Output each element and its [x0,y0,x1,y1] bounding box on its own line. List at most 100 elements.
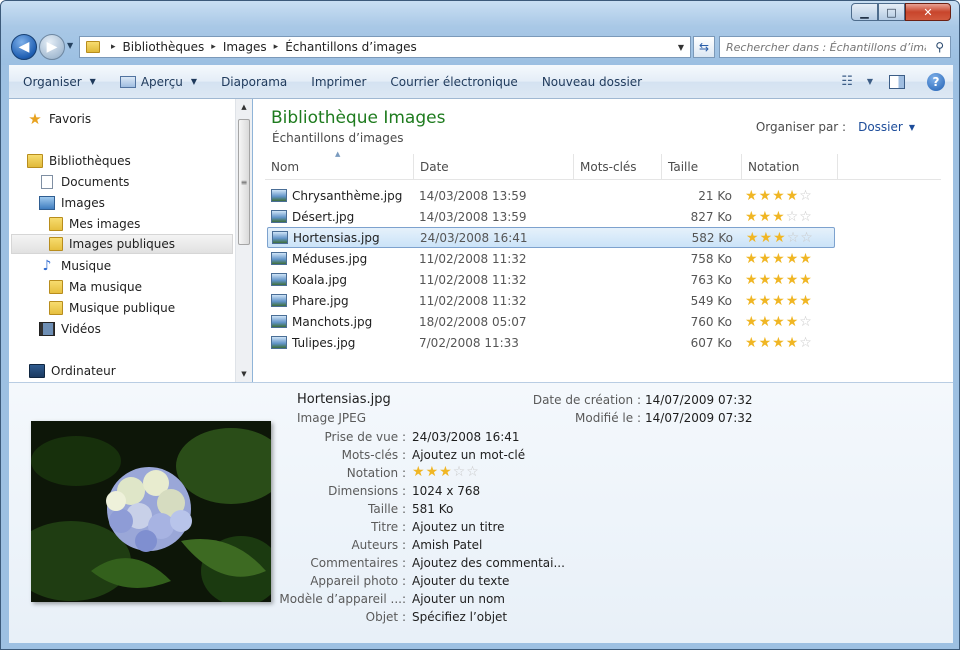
nav-music[interactable]: ♪ Musique [39,256,112,276]
nav-libraries[interactable]: Bibliothèques [27,151,131,171]
breadcrumb-separator[interactable]: ▸ [211,42,216,52]
column-rating[interactable]: Notation [742,154,838,180]
star-icon[interactable]: ☆ [799,314,813,330]
rating-stars[interactable]: ★★★★☆ [745,188,813,204]
scroll-up-arrow-icon[interactable]: ▲ [236,99,252,115]
star-icon[interactable]: ☆ [799,188,813,204]
rating-stars[interactable]: ★★★★☆ [745,314,813,330]
star-icon[interactable]: ★ [745,293,759,309]
nav-my-images[interactable]: Mes images [49,214,140,234]
rating-stars[interactable]: ★★★★★ [745,251,813,267]
star-icon[interactable]: ★ [786,188,800,204]
star-icon[interactable]: ★ [745,251,759,267]
rating-stars[interactable]: ★★★★★ [745,272,813,288]
print-button[interactable]: Imprimer [301,69,376,95]
file-row[interactable]: Phare.jpg 11/02/2008 11:32 549 Ko ★★★★★ [267,290,835,311]
star-icon[interactable]: ★ [759,335,773,351]
help-icon[interactable]: ? [927,72,945,91]
star-icon[interactable]: ☆ [800,230,814,246]
slideshow-button[interactable]: Diaporama [211,69,297,95]
scrollbar-thumb[interactable]: ≡ [238,119,250,245]
nav-videos[interactable]: Vidéos [39,319,101,339]
rating-stars[interactable]: ★★★☆☆ [746,230,814,246]
file-row[interactable]: Hortensias.jpg 24/03/2008 16:41 582 Ko ★★★☆… [267,227,835,248]
property-value[interactable]: Ajoutez un titre [412,520,505,534]
file-row[interactable]: Manchots.jpg 18/02/2008 05:07 760 Ko ★★★★☆ [267,311,835,332]
star-icon[interactable]: ★ [799,272,813,288]
nav-documents[interactable]: Documents [39,172,129,192]
star-icon[interactable]: ★ [745,314,759,330]
star-icon[interactable]: ★ [759,188,773,204]
column-size[interactable]: Taille [662,154,742,180]
star-icon[interactable]: ★ [746,230,760,246]
property-value[interactable]: Ajoutez un mot-clé [412,448,525,462]
star-icon[interactable]: ★ [786,314,800,330]
rating-stars[interactable]: ★★★★★ [745,293,813,309]
column-keywords[interactable]: Mots-clés [574,154,662,180]
address-dropdown-icon[interactable]: ▼ [678,43,684,52]
star-icon[interactable]: ★ [773,230,787,246]
rating-stars[interactable]: ★★★☆☆ [745,209,813,225]
scroll-down-arrow-icon[interactable]: ▼ [236,366,252,382]
file-row[interactable]: Méduses.jpg 11/02/2008 11:32 758 Ko ★★★★★ [267,248,835,269]
nav-public-music[interactable]: Musique publique [49,298,175,318]
search-icon[interactable]: ⚲ [935,40,944,54]
star-icon[interactable]: ★ [772,272,786,288]
back-button[interactable]: ◀ [11,34,37,60]
star-icon[interactable]: ★ [786,335,800,351]
star-icon[interactable]: ★ [786,251,800,267]
star-icon[interactable]: ★ [759,314,773,330]
star-icon[interactable]: ★ [412,464,426,480]
breadcrumb-libraries[interactable]: Bibliothèques [123,40,205,54]
star-icon[interactable]: ★ [760,230,774,246]
star-icon[interactable]: ★ [772,293,786,309]
property-value[interactable]: Ajoutez des commentai... [412,556,565,570]
star-icon[interactable]: ★ [759,209,773,225]
address-bar[interactable]: ▸ Bibliothèques ▸ Images ▸ Échantillons … [79,36,691,58]
chevron-down-icon[interactable]: ▼ [909,123,915,132]
email-button[interactable]: Courrier électronique [380,69,527,95]
breadcrumb-sample-images[interactable]: Échantillons d’images [285,40,417,54]
maximize-button[interactable]: □ [878,3,905,21]
refresh-button[interactable]: ⇆ [693,36,715,58]
recent-pages-dropdown[interactable]: ▼ [67,41,73,50]
nav-public-images[interactable]: Images publiques [11,234,233,254]
star-icon[interactable]: ★ [745,272,759,288]
preview-pane-icon[interactable] [889,74,905,89]
star-icon[interactable]: ★ [772,314,786,330]
property-value[interactable]: Ajouter un nom [412,592,505,606]
breadcrumb-separator[interactable]: ▸ [111,42,116,52]
details-rating-stars[interactable]: ★★★☆☆ [412,464,480,480]
organize-button[interactable]: Organiser ▼ [13,69,106,95]
file-row[interactable]: Désert.jpg 14/03/2008 13:59 827 Ko ★★★☆☆ [267,206,835,227]
star-icon[interactable]: ★ [772,335,786,351]
search-box[interactable]: ⚲ [719,36,951,58]
star-icon[interactable]: ☆ [787,230,801,246]
file-row[interactable]: Koala.jpg 11/02/2008 11:32 763 Ko ★★★★★ [267,269,835,290]
minimize-button[interactable]: ▁ [851,3,878,21]
property-value[interactable]: Amish Patel [412,538,482,552]
star-icon[interactable]: ★ [745,188,759,204]
star-icon[interactable]: ☆ [799,209,813,225]
star-icon[interactable]: ★ [759,251,773,267]
star-icon[interactable]: ★ [439,464,453,480]
property-value[interactable]: Spécifiez l’objet [412,610,507,624]
nav-computer[interactable]: Ordinateur [29,361,116,381]
nav-favorites[interactable]: ★ Favoris [27,109,91,129]
preview-button[interactable]: Aperçu ▼ [110,69,207,95]
star-icon[interactable]: ★ [772,188,786,204]
forward-button[interactable]: ▶ [39,34,65,60]
nav-my-music[interactable]: Ma musique [49,277,142,297]
star-icon[interactable]: ☆ [799,335,813,351]
star-icon[interactable]: ★ [426,464,440,480]
star-icon[interactable]: ★ [759,272,773,288]
star-icon[interactable]: ★ [772,251,786,267]
change-view-icon[interactable]: ☷ [841,74,853,89]
column-name[interactable]: ▲ Nom [265,150,414,180]
view-options-chevron-icon[interactable]: ▼ [867,77,873,86]
star-icon[interactable]: ★ [786,272,800,288]
arrange-by-dropdown[interactable]: Dossier [858,120,903,134]
star-icon[interactable]: ★ [745,335,759,351]
close-button[interactable]: ✕ [905,3,951,21]
column-date[interactable]: Date [414,154,574,180]
